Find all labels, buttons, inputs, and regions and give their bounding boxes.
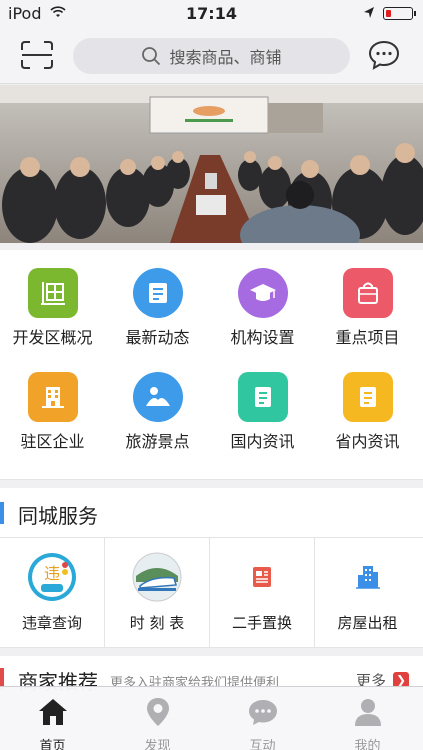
- status-bar: iPod 17:14: [0, 0, 423, 28]
- grid-item-tourism[interactable]: 旅游景点: [105, 372, 210, 472]
- service-item-secondhand[interactable]: 二手置换: [210, 538, 315, 648]
- battery-icon: [383, 7, 416, 20]
- grid-label: 驻区企业: [20, 432, 85, 451]
- service-label: 房屋出租: [337, 614, 398, 632]
- section-accent-bar: [0, 502, 4, 524]
- document-icon: [237, 372, 288, 422]
- grid-item-key-projects[interactable]: 重点项目: [315, 268, 420, 368]
- apartment-icon: [343, 552, 393, 602]
- tab-label: 发现: [144, 739, 171, 750]
- tab-interact[interactable]: 互动: [210, 687, 315, 750]
- news-icon: [132, 268, 183, 318]
- service-item-rental[interactable]: 房屋出租: [315, 538, 420, 648]
- section-title: 同城服务: [18, 504, 98, 528]
- landscape-icon: [132, 372, 183, 422]
- traffic-violation-icon: 违: [27, 552, 77, 602]
- person-icon: [354, 699, 381, 726]
- top-nav: 搜索商品、商铺: [0, 28, 423, 84]
- grid-item-enterprises[interactable]: 驻区企业: [0, 372, 105, 472]
- tab-label: 我的: [354, 739, 381, 750]
- scan-icon[interactable]: [20, 40, 54, 70]
- mortarboard-icon: [237, 268, 288, 318]
- message-icon[interactable]: [368, 39, 400, 71]
- clock: 17:14: [186, 4, 237, 23]
- grid-label: 开发区概况: [12, 328, 93, 347]
- tab-label: 首页: [39, 739, 66, 750]
- search-icon: [142, 47, 161, 66]
- service-label: 时 刻 表: [129, 614, 185, 632]
- newspaper-icon: [237, 552, 287, 602]
- tab-profile[interactable]: 我的: [315, 687, 420, 750]
- service-item-timetable[interactable]: 时 刻 表: [105, 538, 210, 648]
- grid-label: 省内资讯: [335, 432, 400, 451]
- bag-icon: [342, 268, 393, 318]
- train-icon: [132, 552, 182, 602]
- banner-image[interactable]: [0, 85, 423, 243]
- grid-item-domestic-news[interactable]: 国内资讯: [210, 372, 315, 472]
- svg-text:违: 违: [44, 564, 60, 583]
- tab-discover[interactable]: 发现: [105, 687, 210, 750]
- search-input[interactable]: 搜索商品、商铺: [73, 38, 350, 74]
- city-service-header: 同城服务: [0, 488, 423, 538]
- grid-label: 机构设置: [230, 328, 295, 347]
- grid-label: 国内资讯: [230, 432, 295, 451]
- conference-photo: [0, 85, 423, 243]
- feature-grid: 开发区概况 最新动态 机构设置 重点项目 驻区企业 旅游景点 国内资讯 省内资讯: [0, 250, 423, 480]
- city-service-row: 违 违章查询 时 刻 表 二手置换 房屋出租: [0, 538, 423, 648]
- chat-icon: [248, 700, 277, 725]
- home-icon: [38, 699, 67, 725]
- grid-item-provincial-news[interactable]: 省内资讯: [315, 372, 420, 472]
- tab-home[interactable]: 首页: [0, 687, 105, 750]
- location-pin-icon: [146, 698, 169, 726]
- office-building-icon: [27, 372, 78, 422]
- service-label: 违章查询: [21, 614, 82, 632]
- grid-item-news[interactable]: 最新动态: [105, 268, 210, 368]
- grid-label: 重点项目: [335, 328, 400, 347]
- search-placeholder: 搜索商品、商铺: [169, 48, 282, 67]
- service-item-violation[interactable]: 违 违章查询: [0, 538, 105, 648]
- bottom-tab-bar: 首页 发现 互动 我的: [0, 686, 423, 750]
- grid-label: 最新动态: [125, 328, 190, 347]
- location-arrow-icon: [364, 7, 374, 18]
- building-board-icon: [27, 268, 78, 318]
- document-icon: [342, 372, 393, 422]
- grid-label: 旅游景点: [125, 432, 190, 451]
- grid-item-overview[interactable]: 开发区概况: [0, 268, 105, 368]
- service-label: 二手置换: [231, 614, 292, 632]
- grid-item-organization[interactable]: 机构设置: [210, 268, 315, 368]
- tab-label: 互动: [249, 739, 276, 750]
